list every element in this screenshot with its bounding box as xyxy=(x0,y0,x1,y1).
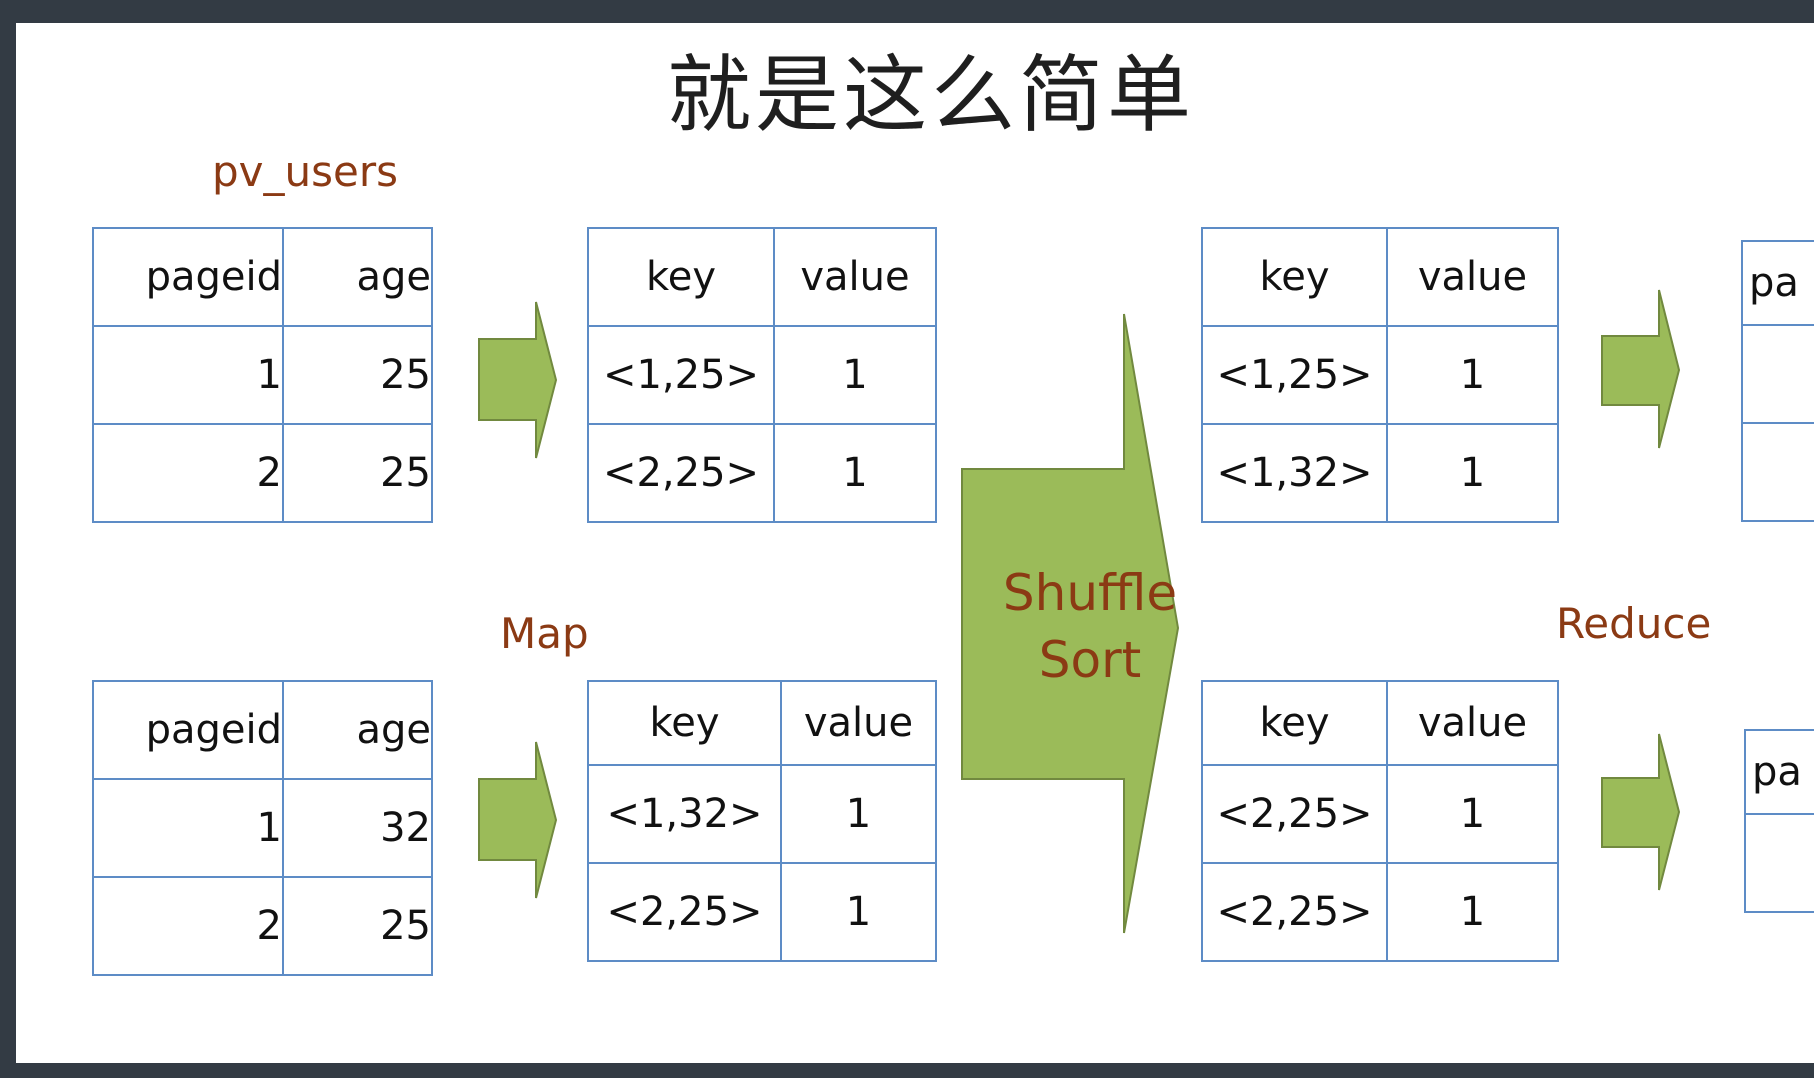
table-header-row: key value xyxy=(587,227,937,327)
header-cell: key xyxy=(1201,680,1388,766)
table-cell: <2,25> xyxy=(1201,764,1388,864)
table-cell: <2,25> xyxy=(587,423,775,523)
table-row: <2,25> 1 xyxy=(587,862,937,962)
table-row: 1 25 xyxy=(92,325,433,425)
table-header-row: key value xyxy=(587,680,937,766)
header-cell: key xyxy=(587,680,782,766)
table-row: <2,25> 1 xyxy=(1201,764,1559,864)
input-table-1: pageid age 1 25 2 25 xyxy=(92,227,433,523)
table-cell: 32 xyxy=(282,778,433,878)
shuffle-label: Shuffle xyxy=(1002,564,1178,622)
table-cell: 1 xyxy=(780,862,937,962)
table-cell: <1,32> xyxy=(587,764,782,864)
table-row xyxy=(1744,813,1814,913)
header-cell: value xyxy=(780,680,937,766)
table-cell: 1 xyxy=(1386,423,1559,523)
shuffle-output-table-2: key value <2,25> 1 <2,25> 1 xyxy=(1201,680,1559,962)
header-cell: key xyxy=(1201,227,1388,327)
table-cell xyxy=(1741,324,1814,424)
map-output-table-1: key value <1,25> 1 <2,25> 1 xyxy=(587,227,937,523)
reduce-arrow-bottom xyxy=(1601,733,1681,891)
table-header-row: pageid age xyxy=(92,227,433,327)
table-cell: 1 xyxy=(773,423,937,523)
map-arrow-top xyxy=(478,301,558,459)
table-row xyxy=(1741,422,1814,522)
table-cell: <1,32> xyxy=(1201,423,1388,523)
table-header-row: key value xyxy=(1201,227,1559,327)
header-cell: key xyxy=(587,227,775,327)
table-row: <1,25> 1 xyxy=(1201,325,1559,425)
table-header-row: pageid age xyxy=(92,680,433,780)
table-cell xyxy=(1744,813,1814,913)
table-cell: <1,25> xyxy=(1201,325,1388,425)
table-row: <1,32> 1 xyxy=(587,764,937,864)
table-cell: 1 xyxy=(1386,862,1559,962)
table-cell: 1 xyxy=(780,764,937,864)
table-cell: 1 xyxy=(1386,764,1559,864)
table-cell: <2,25> xyxy=(587,862,782,962)
table-row xyxy=(1741,324,1814,424)
table-cell: <1,25> xyxy=(587,325,775,425)
header-cell: pageid xyxy=(92,680,284,780)
reduce-arrow-top xyxy=(1601,289,1681,449)
table-cell: 25 xyxy=(282,325,433,425)
table-header-row: pa xyxy=(1741,240,1814,326)
table-cell: 1 xyxy=(92,778,284,878)
table-cell: 25 xyxy=(282,876,433,976)
shuffle-output-table-1: key value <1,25> 1 <1,32> 1 xyxy=(1201,227,1559,523)
table-row: 2 25 xyxy=(92,876,433,976)
table-header-row: pa xyxy=(1744,729,1814,815)
table-header-row: key value xyxy=(1201,680,1559,766)
table-row: 1 32 xyxy=(92,778,433,878)
header-cell: value xyxy=(773,227,937,327)
table-row: <2,25> 1 xyxy=(587,423,937,523)
map-output-table-2: key value <1,32> 1 <2,25> 1 xyxy=(587,680,937,962)
sort-label: Sort xyxy=(1038,631,1142,689)
shuffle-sort-arrow xyxy=(961,313,1180,934)
table-cell: 1 xyxy=(1386,325,1559,425)
table-cell: 25 xyxy=(282,423,433,523)
table-cell: 2 xyxy=(92,423,284,523)
header-cell: age xyxy=(282,227,433,327)
header-cell: pa xyxy=(1741,240,1814,326)
reduce-output-table-1: pa xyxy=(1741,240,1814,522)
table-row: <2,25> 1 xyxy=(1201,862,1559,962)
header-cell: value xyxy=(1386,227,1559,327)
table-row: <1,25> 1 xyxy=(587,325,937,425)
table-cell xyxy=(1741,422,1814,522)
slide: 就是这么简单 pv_users Map Reduce Shuffle Sort … xyxy=(16,23,1814,1063)
header-cell: age xyxy=(282,680,433,780)
reduce-output-table-2: pa xyxy=(1744,729,1814,913)
table-cell: 1 xyxy=(773,325,937,425)
header-cell: pa xyxy=(1744,729,1814,815)
input-table-2: pageid age 1 32 2 25 xyxy=(92,680,433,976)
table-cell: <2,25> xyxy=(1201,862,1388,962)
table-cell: 1 xyxy=(92,325,284,425)
header-cell: pageid xyxy=(92,227,284,327)
table-cell: 2 xyxy=(92,876,284,976)
table-row: <1,32> 1 xyxy=(1201,423,1559,523)
header-cell: value xyxy=(1386,680,1559,766)
table-row: 2 25 xyxy=(92,423,433,523)
map-arrow-bottom xyxy=(478,741,558,899)
